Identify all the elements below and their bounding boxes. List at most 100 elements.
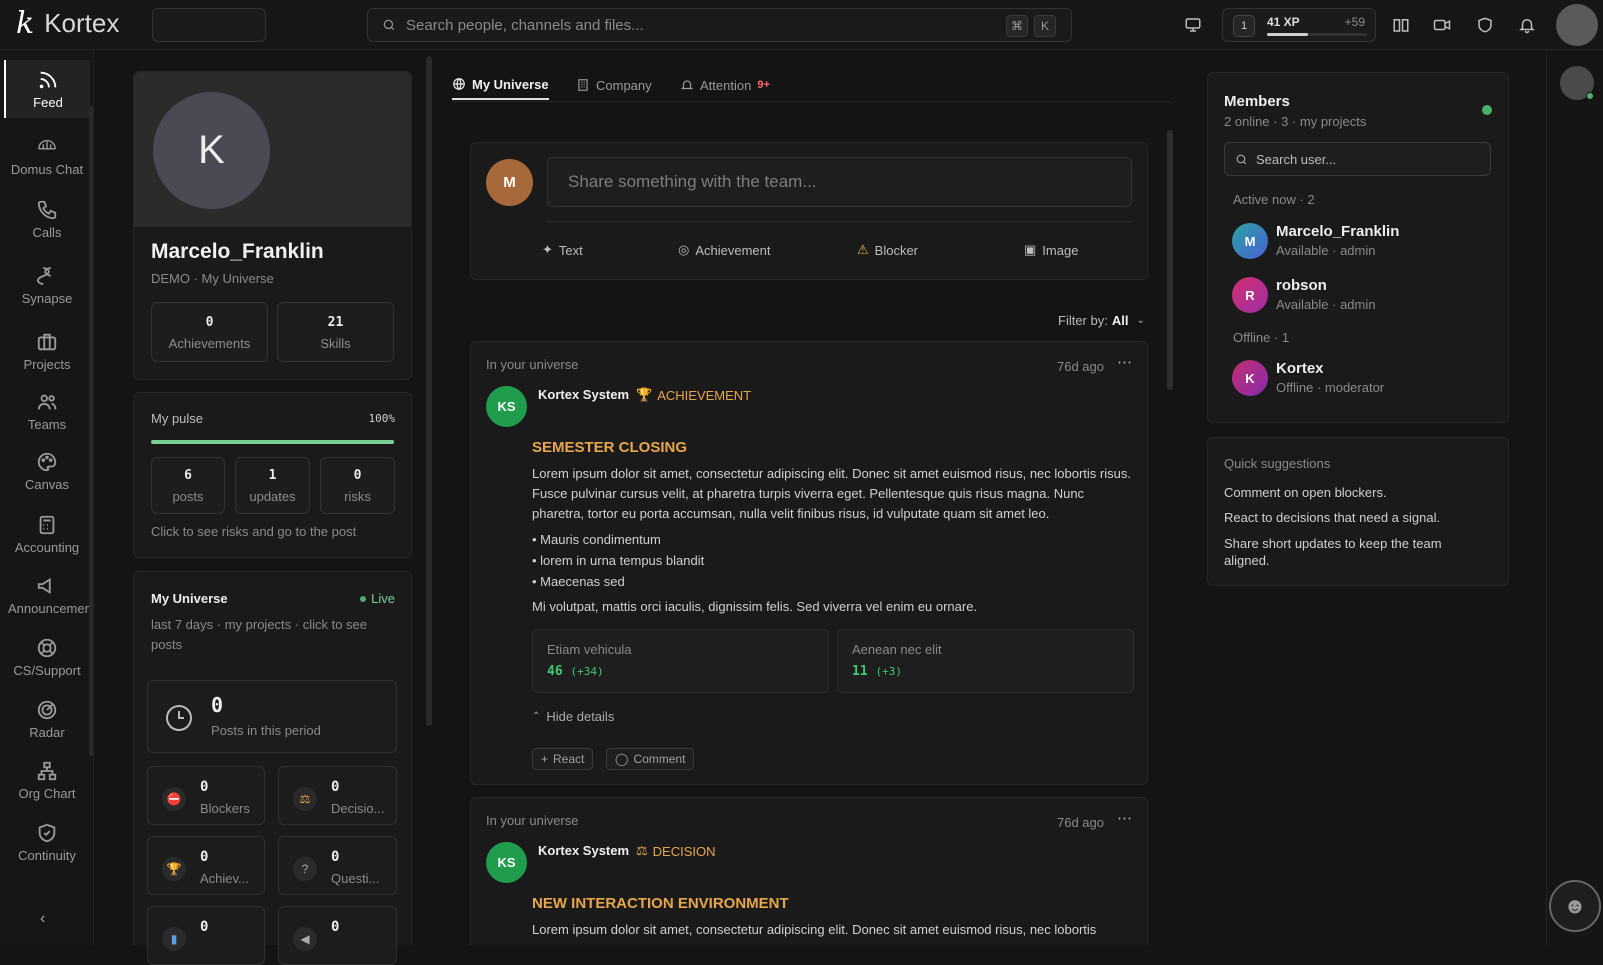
feed-filter[interactable]: Filter by: All ⌄ <box>1058 313 1145 328</box>
app-logo[interactable]: k Kortex <box>16 8 119 39</box>
announcements-card[interactable]: ◀ 0 <box>278 906 397 965</box>
updates-label: updates <box>249 489 296 504</box>
profile-name: Marcelo_Franklin <box>151 240 324 263</box>
composer-input[interactable]: Share something with the team... <box>547 157 1132 207</box>
tab-company[interactable]: Company <box>576 70 652 100</box>
plus-icon: + <box>541 752 549 766</box>
updates-stat[interactable]: 1 updates <box>235 457 310 514</box>
comment-button[interactable]: ◯ Comment <box>606 748 695 770</box>
posts-period-card[interactable]: 0 Posts in this period <box>147 680 397 753</box>
nav-continuity[interactable]: Continuity <box>4 813 90 871</box>
composer-blocker-button[interactable]: ⚠ Blocker <box>857 240 918 260</box>
nav-cs-support[interactable]: CS/Support <box>4 628 90 686</box>
post-author[interactable]: Kortex System <box>538 843 629 858</box>
member-name: Kortex <box>1276 360 1324 377</box>
stats-card[interactable]: ▮ 0 <box>147 906 265 965</box>
nav-label: Org Chart <box>18 785 76 801</box>
profile-avatar[interactable]: K <box>153 92 270 209</box>
assistant-alien-icon[interactable]: ☻ <box>1549 880 1601 932</box>
decisions-card[interactable]: ⚖ 0 Decisio... <box>278 766 397 825</box>
achievements-card[interactable]: 🏆 0 Achiev... <box>147 836 265 895</box>
composer-image-button[interactable]: ▣ Image <box>1024 240 1078 260</box>
nav-radar[interactable]: Radar <box>4 690 90 748</box>
global-search[interactable]: Search people, channels and files... ⌘ K <box>367 8 1072 42</box>
nav-domus-chat[interactable]: Domus Chat <box>4 127 90 185</box>
react-button[interactable]: + React <box>532 748 594 770</box>
post-context: In your universe <box>486 357 579 372</box>
skills-value: 21 <box>327 315 344 330</box>
decisions-label: Decisio... <box>331 801 385 816</box>
nav-teams[interactable]: Teams <box>4 382 90 440</box>
building-icon <box>578 79 588 91</box>
sidebar-scrollbar[interactable] <box>89 106 93 756</box>
post-title: NEW INTERACTION ENVIRONMENT <box>532 895 789 912</box>
suggestions-title: Quick suggestions <box>1224 456 1331 471</box>
post-body: Lorem ipsum dolor sit amet, consectetur … <box>532 466 1131 521</box>
more-options-icon[interactable]: ⋯ <box>1117 809 1132 827</box>
nav-canvas[interactable]: Canvas <box>4 442 90 500</box>
feed-scrollbar[interactable] <box>1167 130 1173 390</box>
metric-value: 46 (+34) <box>547 664 604 679</box>
author-avatar[interactable]: KS <box>486 842 527 883</box>
attention-badge: 9+ <box>757 79 770 91</box>
risks-stat[interactable]: 0 risks <box>320 457 395 514</box>
achiev-label: Achiev... <box>200 871 249 886</box>
blockers-value: 0 <box>200 779 209 795</box>
post-bullet: • Maecenas sed <box>532 574 625 589</box>
blockers-card[interactable]: ⛔ 0 Blockers <box>147 766 265 825</box>
author-avatar[interactable]: KS <box>486 386 527 427</box>
suggestion-item[interactable]: Comment on open blockers. <box>1224 485 1387 500</box>
workspace-selector[interactable] <box>152 8 266 42</box>
shield-check-icon <box>38 823 56 842</box>
collapse-chevron-icon[interactable]: ‹ <box>40 910 45 928</box>
more-options-icon[interactable]: ⋯ <box>1117 353 1132 371</box>
universe-desc: last 7 days · my projects · click to see… <box>151 617 368 652</box>
member-search-placeholder: Search user... <box>1256 151 1337 167</box>
book-icon[interactable] <box>1390 14 1412 36</box>
extra1-value: 0 <box>200 919 209 935</box>
suggestion-item[interactable]: Share short updates to keep the team ali… <box>1224 535 1464 569</box>
member-status: Available · admin <box>1276 243 1376 258</box>
tab-my-universe[interactable]: My Universe <box>452 70 549 100</box>
achievements-label: Achievements <box>168 336 251 351</box>
profile-scrollbar[interactable] <box>426 56 432 726</box>
skills-stat[interactable]: 21 Skills <box>277 302 394 362</box>
nav-projects[interactable]: Projects <box>4 322 90 380</box>
nav-org-chart[interactable]: Org Chart <box>4 751 90 809</box>
composer-text-button[interactable]: ✦ Text <box>542 240 583 260</box>
hide-details-button[interactable]: ⌃ Hide details <box>532 709 614 724</box>
screen-share-icon[interactable] <box>1182 14 1204 36</box>
kbd-cmd-icon: ⌘ <box>1006 15 1028 37</box>
nav-announcements[interactable]: Announcements <box>4 566 90 624</box>
nav-calls[interactable]: Calls <box>4 190 90 248</box>
nav-accounting[interactable]: Accounting <box>4 505 90 563</box>
post-title: SEMESTER CLOSING <box>532 439 688 456</box>
video-icon[interactable] <box>1431 14 1453 36</box>
nav-label: Canvas <box>24 476 70 492</box>
pulse-card[interactable]: My pulse 100% 6 posts 1 updates 0 risks … <box>133 392 412 558</box>
bell-icon <box>680 80 694 90</box>
xp-widget[interactable]: 1 41 XP +59 <box>1222 8 1376 42</box>
blockers-label: Blockers <box>200 801 250 816</box>
user-avatar[interactable] <box>1556 4 1598 46</box>
nav-feed[interactable]: Feed <box>4 60 90 118</box>
members-subtitle: 2 online · 3 · my projects <box>1224 114 1367 129</box>
composer-achievement-button[interactable]: ◎ Achievement <box>678 240 771 260</box>
bell-icon[interactable] <box>1516 14 1538 36</box>
shield-icon[interactable] <box>1474 14 1496 36</box>
active-now-label: Active now · 2 <box>1233 192 1315 207</box>
skills-label: Skills <box>320 336 351 351</box>
member-search-input[interactable]: Search user... <box>1224 142 1491 176</box>
suggestion-item[interactable]: React to decisions that need a signal. <box>1224 510 1440 525</box>
achievements-stat[interactable]: 0 Achievements <box>151 302 268 362</box>
trophy-icon: 🏆 <box>636 387 653 402</box>
questions-card[interactable]: ? 0 Questi... <box>278 836 397 895</box>
tab-attention[interactable]: Attention 9+ <box>680 70 770 100</box>
post-author[interactable]: Kortex System <box>538 387 629 402</box>
nav-synapse[interactable]: Synapse <box>4 256 90 314</box>
post-time: 76d ago <box>1057 359 1104 374</box>
presence-avatar[interactable] <box>1560 66 1594 100</box>
pulse-bar <box>151 440 394 444</box>
post-type-badge: 🏆 ACHIEVEMENT <box>636 387 751 403</box>
posts-stat[interactable]: 6 posts <box>151 457 225 514</box>
